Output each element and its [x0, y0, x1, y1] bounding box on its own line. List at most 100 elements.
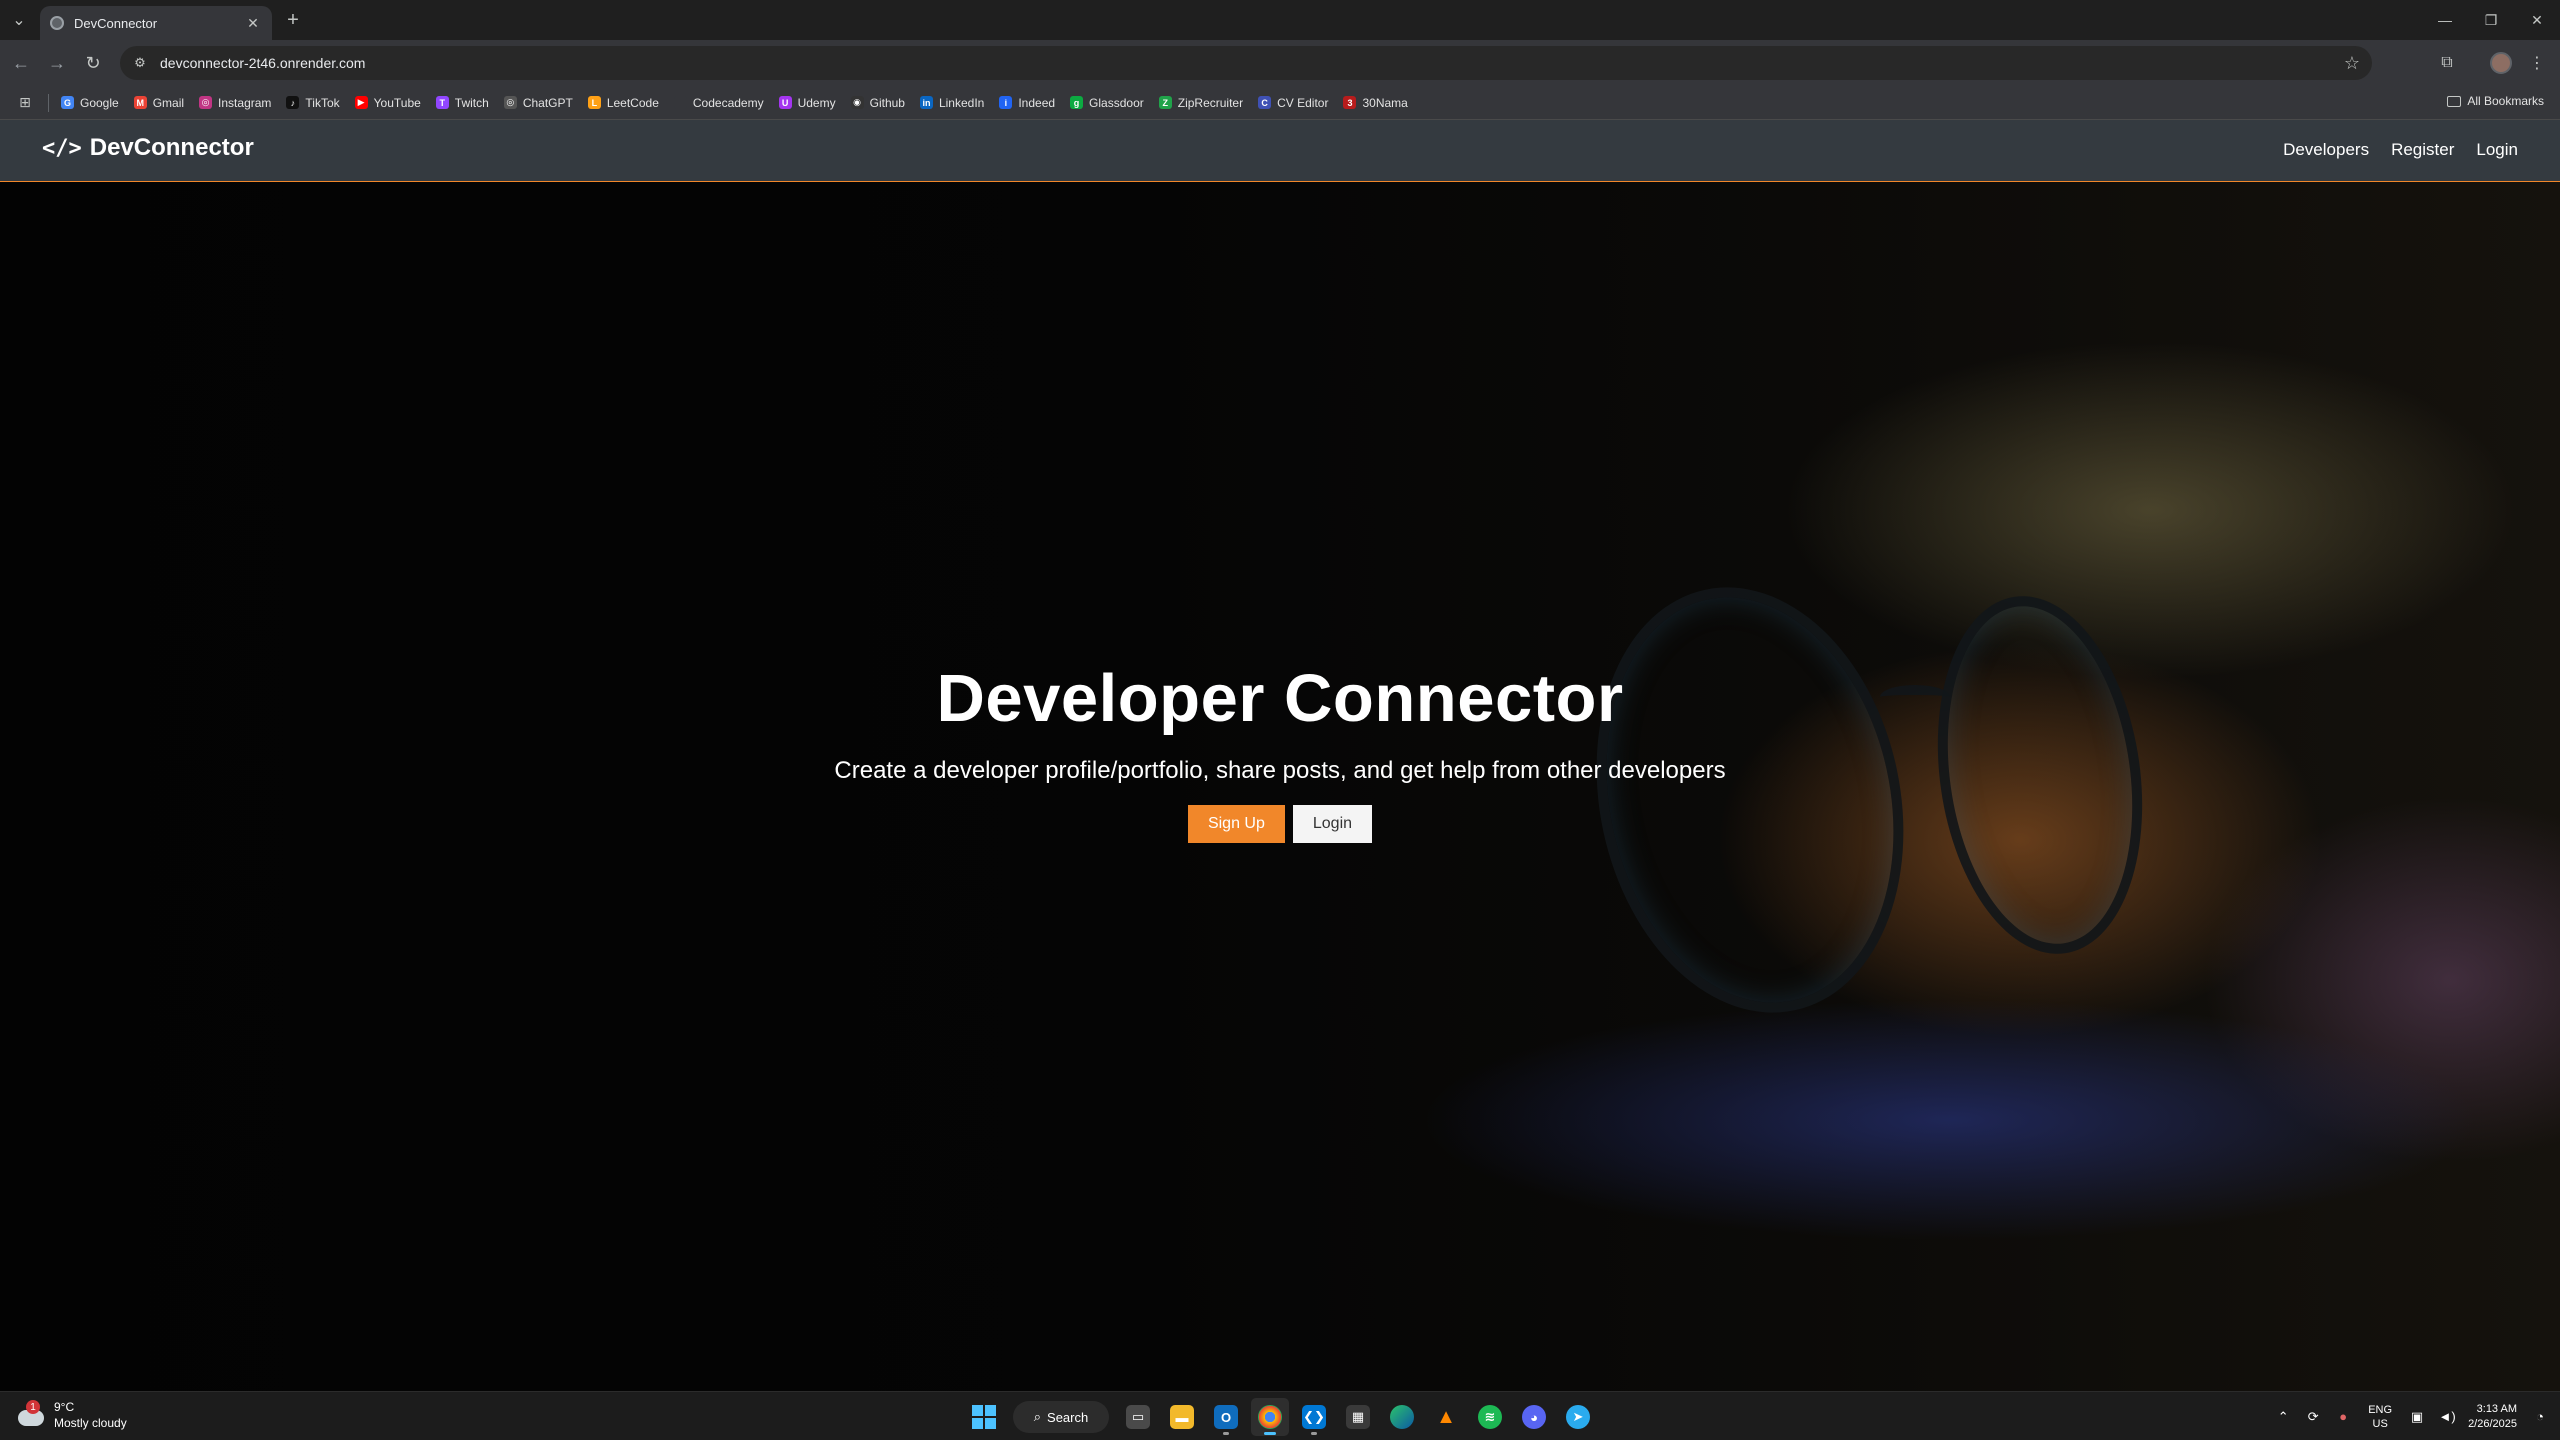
bookmarks-divider [48, 93, 49, 112]
address-bar[interactable]: ⚙ devconnector-2t46.onrender.com ☆ [120, 46, 2372, 80]
bookmark-label: Twitch [454, 95, 489, 110]
browser-toolbar: ← → ↻ ⚙ devconnector-2t46.onrender.com ☆… [0, 40, 2560, 86]
bookmark-item[interactable]: ▶ YouTube [354, 96, 421, 110]
forward-icon[interactable]: → [46, 52, 68, 74]
edge-button[interactable] [1383, 1398, 1421, 1436]
site-nav-links: Developers Register Login [2283, 140, 2518, 160]
bookmark-favicon-icon: ◎ [503, 96, 517, 109]
bookmark-star-icon[interactable]: ☆ [2342, 53, 2362, 73]
taskbar-search-button[interactable]: ⌕ Search [1013, 1401, 1109, 1433]
bookmark-item[interactable]: C CV Editor [1258, 96, 1328, 110]
windows-logo-icon [972, 1405, 996, 1429]
address-url[interactable]: devconnector-2t46.onrender.com [160, 55, 365, 71]
bookmark-favicon-icon: ◎ [199, 96, 213, 109]
all-bookmarks-button[interactable]: All Bookmarks [2447, 94, 2544, 108]
back-icon[interactable]: ← [10, 52, 32, 74]
bookmark-item[interactable]: ◉ Github [850, 96, 905, 110]
chevron-up-icon[interactable]: ⌃ [2271, 1405, 2295, 1429]
bookmark-item[interactable]: M Gmail [133, 96, 184, 110]
vlc-button[interactable]: ▲ [1427, 1398, 1465, 1436]
tab-search-icon[interactable]: ⌄ [8, 9, 30, 31]
chrome-icon [1258, 1405, 1282, 1429]
taskbar-apps: ⌕ Search ▭ ▬ O ❮❯ ▦ ▲ ≋ ◕ ➤ [965, 1398, 1597, 1436]
sign-up-button[interactable]: Sign Up [1187, 805, 1285, 843]
edge-icon [1390, 1405, 1414, 1429]
extensions-icon[interactable]: ⧉ [2436, 52, 2458, 74]
reload-icon[interactable]: ↻ [82, 52, 104, 74]
weather-badge: 1 [26, 1400, 40, 1414]
folder-icon [2447, 95, 2462, 107]
taskbar-search-label: Search [1047, 1409, 1089, 1425]
lang-region: US [2372, 1417, 2388, 1430]
bookmark-item[interactable]: ◎ ChatGPT [503, 96, 573, 110]
vscode-icon: ❮❯ [1302, 1405, 1326, 1429]
bookmark-item[interactable]: in LinkedIn [919, 95, 985, 110]
discord-button[interactable]: ◕ [1515, 1398, 1553, 1436]
sync-icon[interactable]: ⟳ [2301, 1405, 2325, 1429]
chrome-button[interactable] [1251, 1398, 1289, 1436]
bookmark-item[interactable]: g Glassdoor [1070, 96, 1144, 110]
telegram-button[interactable]: ➤ [1559, 1398, 1597, 1436]
site-info-icon[interactable]: ⚙ [132, 55, 148, 71]
file-explorer-button[interactable]: ▬ [1163, 1398, 1201, 1436]
bookmark-item[interactable]: Codecademy [673, 96, 764, 110]
bookmark-favicon-icon: ♪ [286, 96, 300, 109]
store-icon: ▦ [1346, 1405, 1370, 1429]
bookmark-label: Indeed [1018, 95, 1056, 110]
network-icon[interactable]: ▣ [2405, 1405, 2429, 1429]
bookmark-item[interactable]: T Twitch [435, 95, 489, 110]
bookmark-label: LeetCode [606, 95, 659, 110]
search-icon: ⌕ [1033, 1409, 1042, 1424]
bookmark-item[interactable]: G Google [61, 96, 119, 110]
telegram-icon: ➤ [1566, 1405, 1590, 1429]
bookmark-item[interactable]: Z ZipRecruiter [1158, 95, 1244, 110]
outlook-button[interactable]: O [1207, 1398, 1245, 1436]
bookmark-item[interactable]: L LeetCode [587, 95, 659, 110]
browser-tab-active[interactable]: DevConnector ✕ [40, 6, 272, 40]
weather-desc: Mostly cloudy [54, 1416, 127, 1430]
new-tab-button[interactable]: + [282, 9, 304, 31]
taskbar-clock[interactable]: 3:13 AM 2/26/2025 [2468, 1402, 2517, 1432]
minimize-icon[interactable]: — [2422, 0, 2468, 40]
vscode-button[interactable]: ❮❯ [1295, 1398, 1333, 1436]
bookmark-label: Google [80, 95, 119, 110]
tab-title: DevConnector [74, 15, 158, 31]
bookmark-favicon-icon [673, 96, 687, 109]
volume-icon[interactable]: ◄) [2435, 1405, 2459, 1429]
folder-app-icon: ▬ [1170, 1405, 1194, 1429]
bookmark-favicon-icon: i [999, 96, 1013, 109]
restore-icon[interactable]: ❐ [2468, 0, 2514, 40]
profile-avatar[interactable] [2490, 52, 2512, 74]
start-button[interactable] [965, 1398, 1003, 1436]
login-button[interactable]: Login [1292, 805, 1373, 843]
bookmark-favicon-icon: C [1258, 96, 1272, 109]
web-page: </> DevConnector Developers Register Log… [0, 120, 2560, 1391]
bookmark-label: LinkedIn [938, 95, 985, 110]
bookmark-favicon-icon: ◉ [850, 96, 864, 109]
bookmark-item[interactable]: ♪ TikTok [286, 95, 340, 110]
notification-bell-icon[interactable]: ◔ [2528, 1405, 2552, 1429]
browser-menu-icon[interactable]: ⋮ [2526, 52, 2548, 74]
weather-widget[interactable]: 1 9°C Mostly cloudy [16, 1399, 127, 1431]
nav-developers-link[interactable]: Developers [2283, 140, 2369, 160]
language-indicator[interactable]: ENG US [2368, 1403, 2392, 1431]
microphone-icon[interactable]: ● [2331, 1405, 2355, 1429]
brand-logo[interactable]: </> DevConnector [42, 134, 254, 162]
nav-register-link[interactable]: Register [2391, 140, 2454, 160]
spotify-button[interactable]: ≋ [1471, 1398, 1509, 1436]
bookmark-item[interactable]: U Udemy [778, 96, 836, 110]
close-window-icon[interactable]: ✕ [2514, 0, 2560, 40]
apps-grid-icon[interactable]: ⊞ [16, 94, 34, 112]
discord-icon: ◕ [1522, 1405, 1546, 1429]
bookmark-item[interactable]: ◎ Instagram [199, 96, 271, 110]
bookmark-item[interactable]: i Indeed [999, 96, 1055, 110]
task-view-button[interactable]: ▭ [1119, 1398, 1157, 1436]
nav-login-link[interactable]: Login [2476, 140, 2518, 160]
hero-buttons: Sign Up Login [0, 805, 2560, 843]
tab-close-icon[interactable]: ✕ [244, 14, 262, 32]
all-bookmarks-label: All Bookmarks [2467, 94, 2544, 108]
bookmark-item[interactable]: 3 30Nama [1343, 96, 1408, 110]
bookmark-label: ZipRecruiter [1177, 95, 1244, 110]
store-button[interactable]: ▦ [1339, 1398, 1377, 1436]
bookmark-label: TikTok [305, 95, 340, 110]
